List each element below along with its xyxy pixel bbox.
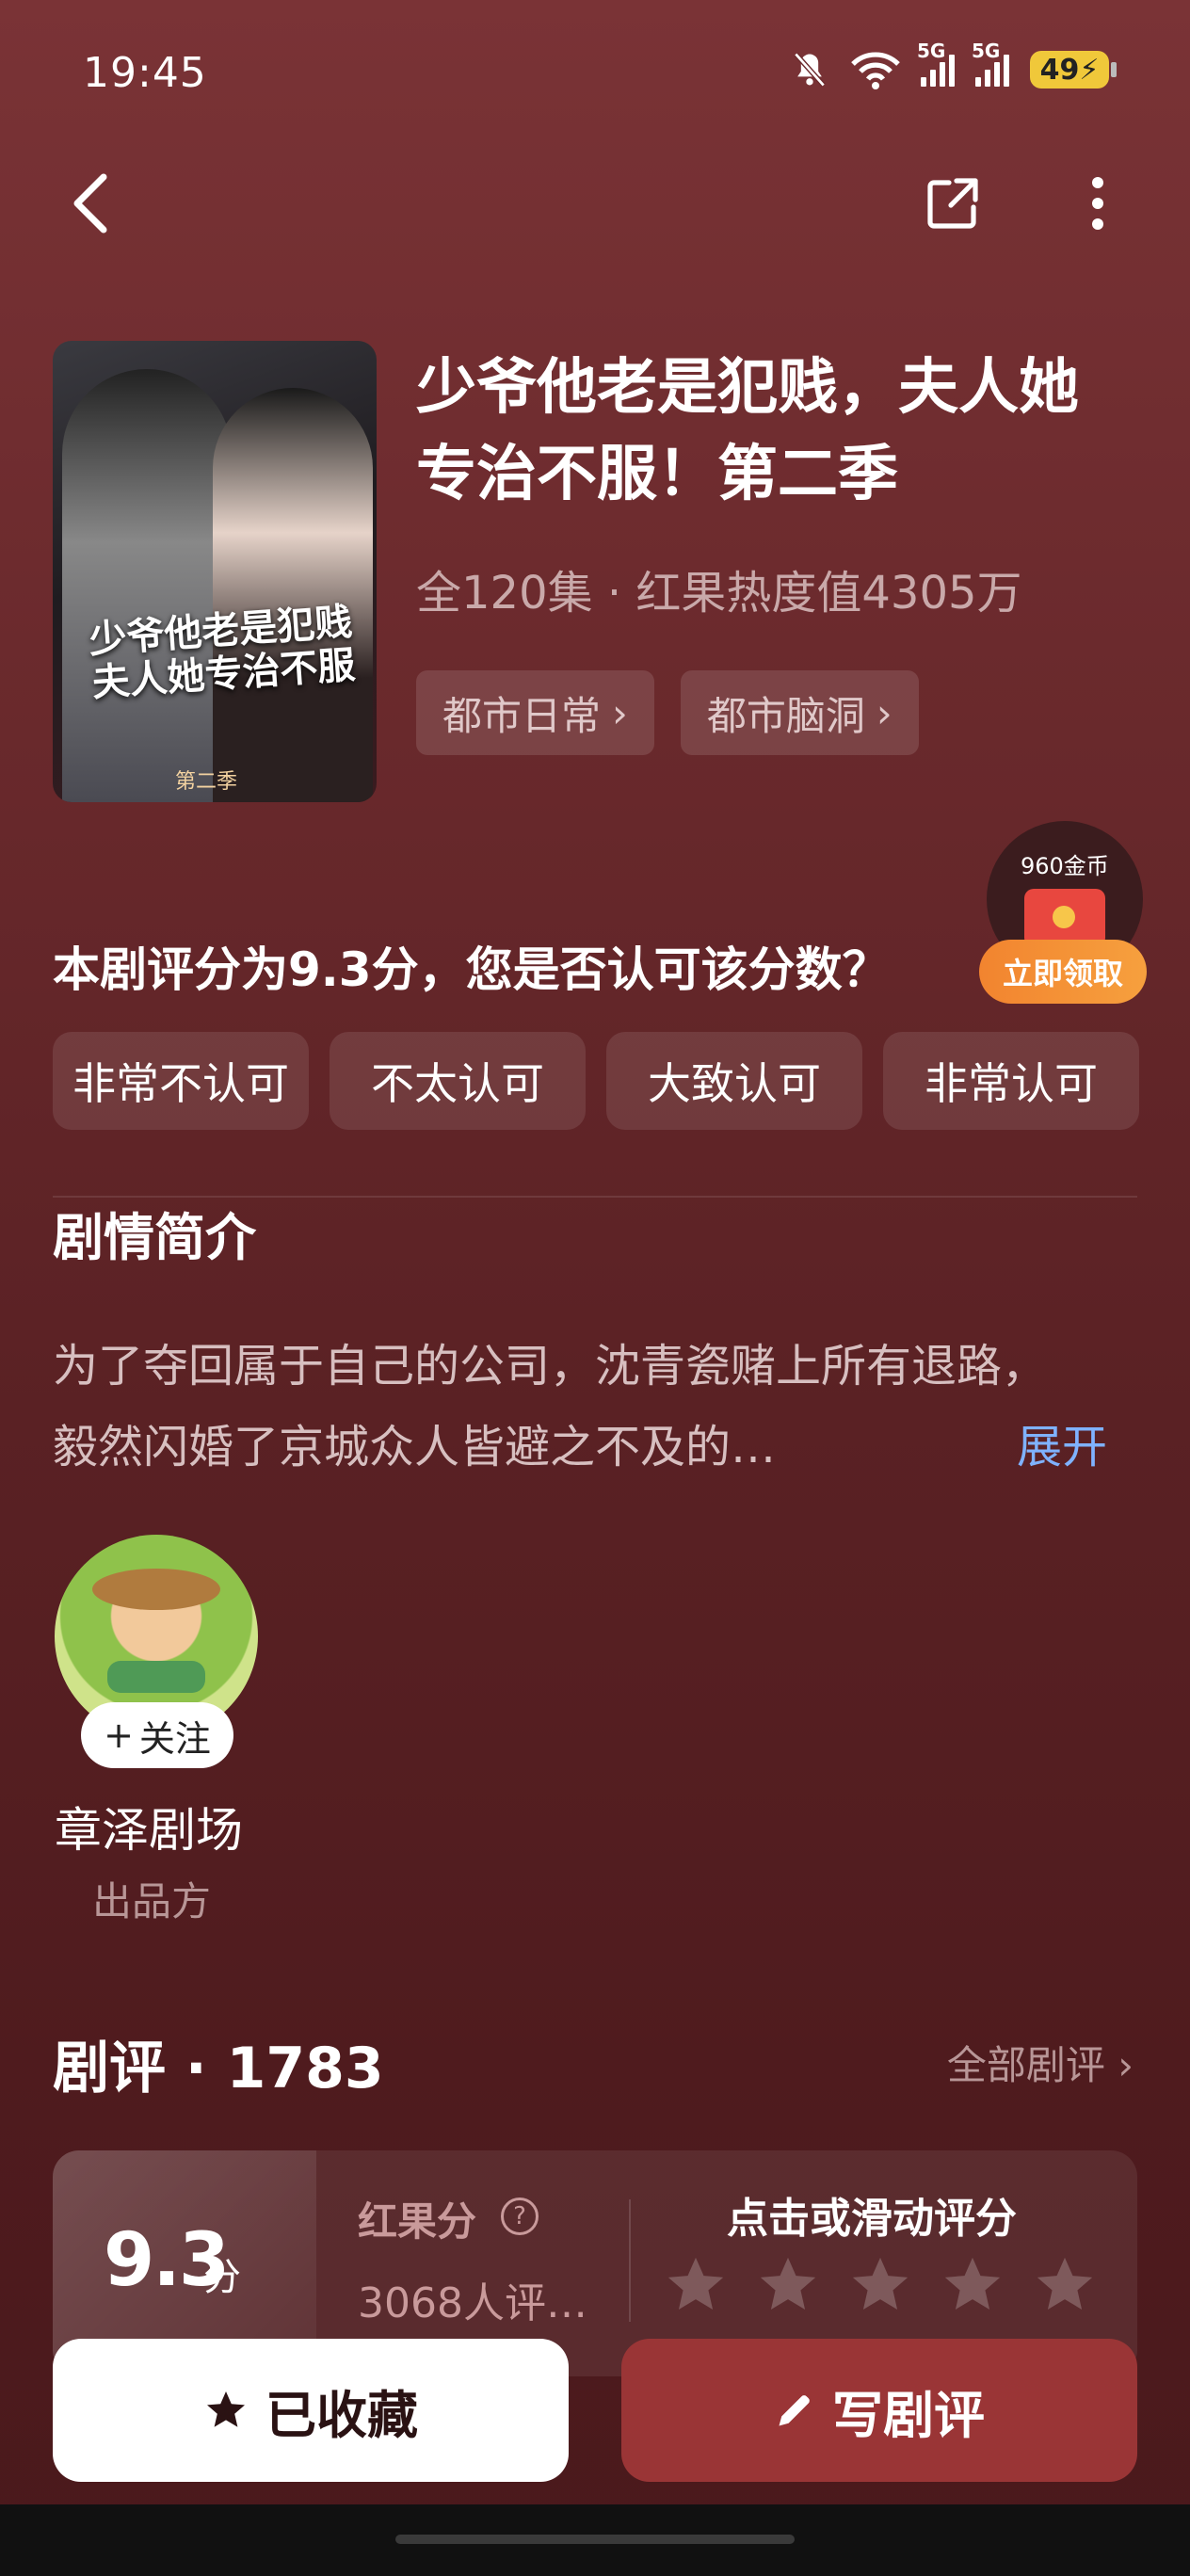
- pencil-icon: [779, 2395, 810, 2426]
- red-packet-icon: [1024, 889, 1105, 947]
- chevron-right-icon: ›: [1118, 2042, 1134, 2088]
- signal-icon-2: 5G: [972, 40, 1009, 87]
- battery-level: 49: [1039, 53, 1080, 87]
- all-reviews-link[interactable]: 全部剧评 ›: [947, 2034, 1134, 2091]
- tag-urban-daily[interactable]: 都市日常 ›: [416, 670, 654, 755]
- write-review-label: 写剧评: [832, 2385, 985, 2445]
- all-reviews-label: 全部剧评: [946, 2042, 1105, 2088]
- star-icon[interactable]: [940, 2252, 1005, 2318]
- producer-name[interactable]: 章泽剧场: [55, 1793, 243, 1860]
- divider: [53, 1196, 1137, 1198]
- option-agree[interactable]: 大致认可: [606, 1032, 862, 1130]
- plus-icon: +: [104, 1715, 134, 1756]
- tag-urban-fantasy[interactable]: 都市脑洞 ›: [680, 670, 919, 755]
- avatar-scarf: [107, 1661, 205, 1693]
- status-time: 19:45: [83, 49, 207, 97]
- back-button[interactable]: [53, 166, 128, 241]
- synopsis-title: 剧情简介: [53, 1208, 256, 1267]
- star-icon[interactable]: [1032, 2252, 1098, 2318]
- more-vertical-icon: [1092, 177, 1103, 230]
- drama-title: 少爷他老是犯贱，夫人她专治不服！第二季: [416, 353, 1079, 509]
- mute-bell-icon: [794, 52, 826, 88]
- star-icon[interactable]: [847, 2252, 913, 2318]
- raters-count: 3068人评…: [358, 2279, 587, 2327]
- star-filled-icon: [207, 2391, 245, 2427]
- star-icon[interactable]: [663, 2252, 729, 2318]
- cover-figure-female: [213, 388, 373, 802]
- synopsis-text: 为了夺回属于自己的公司，沈青瓷赌上所有退路，毅然闪婚了京城众人皆避之不及的…: [53, 1340, 1048, 1473]
- tag-list: 都市日常 › 都市脑洞 ›: [416, 670, 919, 755]
- option-strongly-disagree[interactable]: 非常不认可: [53, 1032, 309, 1130]
- chevron-right-icon: ›: [612, 689, 628, 736]
- score-unit: 分: [203, 2256, 241, 2299]
- follow-label: 关注: [138, 1717, 211, 1760]
- option-disagree[interactable]: 不太认可: [330, 1032, 586, 1130]
- tag-label: 都市日常: [442, 692, 602, 739]
- home-indicator[interactable]: [395, 2535, 795, 2544]
- star-rating[interactable]: [663, 2252, 1098, 2318]
- option-strongly-agree[interactable]: 非常认可: [883, 1032, 1139, 1130]
- cover-subtitle: 第二季: [175, 770, 238, 794]
- more-button[interactable]: [1060, 166, 1135, 241]
- battery-icon: 49 ⚡: [1030, 51, 1117, 89]
- help-icon[interactable]: ?: [501, 2198, 539, 2235]
- rating-question: 本剧评分为9.3分，您是否认可该分数？: [53, 942, 890, 997]
- coin-amount: 960金币: [1021, 853, 1109, 879]
- claim-coins-button[interactable]: 立即领取: [979, 940, 1147, 1004]
- wifi-icon: [851, 52, 900, 89]
- favorited-label: 已收藏: [265, 2385, 418, 2445]
- rating-options: 非常不认可 不太认可 大致认可 非常认可: [53, 1032, 1139, 1130]
- star-icon[interactable]: [755, 2252, 821, 2318]
- write-review-button[interactable]: 写剧评: [621, 2339, 1137, 2482]
- tap-to-rate-label: 点击或滑动评分: [727, 2195, 1017, 2243]
- drama-cover[interactable]: 少爷他老是犯贱夫人她专治不服 第二季: [53, 341, 377, 802]
- signal-icon: 5G: [917, 40, 955, 87]
- favorited-button[interactable]: 已收藏: [53, 2339, 569, 2482]
- status-icons: 5G 5G 49 ⚡: [789, 40, 1117, 90]
- cover-figure-male: [62, 369, 232, 802]
- tag-label: 都市脑洞: [706, 692, 865, 739]
- producer-role: 出品方: [92, 1878, 212, 1924]
- expand-link[interactable]: 展开: [1017, 1407, 1107, 1488]
- chevron-right-icon: ›: [876, 689, 892, 736]
- card-separator: [629, 2199, 631, 2322]
- follow-button[interactable]: + 关注: [81, 1702, 233, 1768]
- drama-meta: 全120集 · 红果热度值4305万: [416, 567, 1022, 620]
- reviews-title: 剧评 · 1783: [53, 2036, 384, 2101]
- share-icon: [927, 178, 978, 229]
- chevron-left-icon: [73, 173, 107, 233]
- score-label: 红果分: [358, 2198, 477, 2245]
- share-button[interactable]: [915, 166, 990, 241]
- avatar-hat: [92, 1569, 220, 1610]
